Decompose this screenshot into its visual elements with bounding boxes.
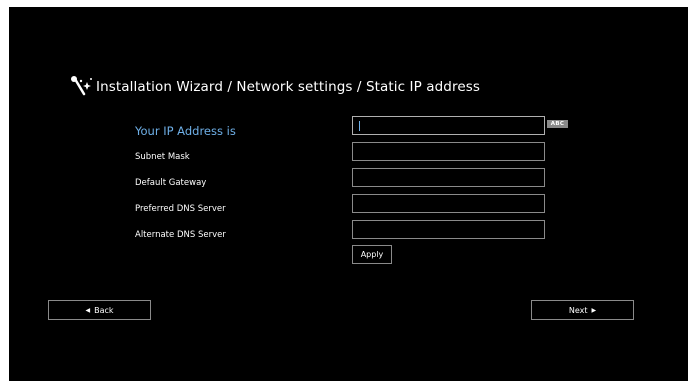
subnet-mask-input[interactable] bbox=[352, 142, 545, 161]
triangle-left-icon: ◀ bbox=[85, 306, 91, 314]
input-mode-badge[interactable]: ABC bbox=[547, 120, 568, 128]
ip-address-label: Your IP Address is bbox=[135, 124, 236, 138]
next-button-label: Next bbox=[568, 305, 588, 315]
subnet-mask-label: Subnet Mask bbox=[135, 152, 190, 162]
triangle-right-icon: ▶ bbox=[591, 306, 597, 314]
wizard-screen bbox=[9, 7, 688, 381]
alternate-dns-input[interactable] bbox=[352, 220, 545, 239]
text-cursor bbox=[359, 121, 360, 131]
apply-button-label: Apply bbox=[360, 250, 384, 259]
alternate-dns-label: Alternate DNS Server bbox=[135, 230, 226, 240]
next-button[interactable]: Next ▶ bbox=[531, 300, 634, 320]
default-gateway-label: Default Gateway bbox=[135, 178, 207, 188]
default-gateway-input[interactable] bbox=[352, 168, 545, 187]
ip-address-input[interactable] bbox=[352, 116, 545, 135]
back-button[interactable]: ◀ Back bbox=[48, 300, 151, 320]
title-bar: Installation Wizard / Network settings /… bbox=[70, 76, 480, 98]
preferred-dns-input[interactable] bbox=[352, 194, 545, 213]
preferred-dns-label: Preferred DNS Server bbox=[135, 204, 226, 214]
back-button-label: Back bbox=[94, 305, 114, 315]
wand-icon bbox=[71, 76, 92, 96]
apply-button[interactable]: Apply bbox=[352, 245, 392, 264]
page-title: Installation Wizard / Network settings /… bbox=[96, 79, 481, 95]
